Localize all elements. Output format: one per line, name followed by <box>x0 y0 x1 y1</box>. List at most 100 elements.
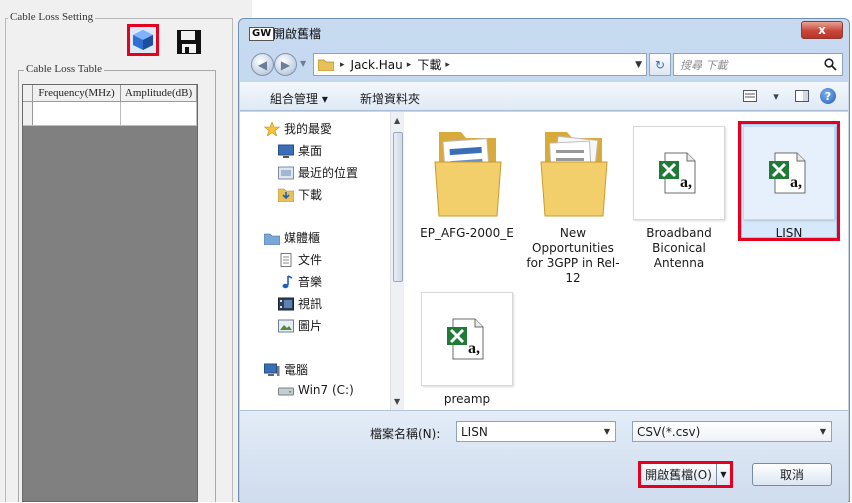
filetype-dropdown-icon[interactable]: ▼ <box>820 427 826 436</box>
open-cube-icon <box>133 30 153 50</box>
nav-music[interactable]: 音樂 <box>278 273 322 290</box>
navigation-bar: ◀ ▶ ▼ ▸ Jack.Hau ▸ 下載 ▸ ▼ ↻ 搜尋 下載 <box>245 51 843 79</box>
gw-app-icon: GW <box>249 27 275 41</box>
view-options-icon[interactable] <box>742 88 758 104</box>
file-item-ep-afg[interactable]: EP_AFG-2000_E <box>417 126 517 241</box>
organize-menu[interactable]: 組合管理 ▾ <box>270 90 328 107</box>
documents-icon <box>278 252 294 267</box>
cable-loss-setting-label: Cable Loss Setting <box>8 11 96 23</box>
nav-desktop[interactable]: 桌面 <box>278 142 322 159</box>
svg-text:a,: a, <box>680 174 692 191</box>
refresh-button[interactable]: ↻ <box>649 53 671 76</box>
computer-icon <box>264 363 280 377</box>
svg-text:a,: a, <box>468 340 480 357</box>
file-item-lisn[interactable]: a, LISN <box>739 126 839 241</box>
open-file-dialog: GW 開啟舊檔 x ◀ ▶ ▼ ▸ Jack.Hau ▸ 下載 ▸ ▼ ↻ 搜尋… <box>238 18 850 503</box>
cable-loss-table-label: Cable Loss Table <box>24 63 105 75</box>
desktop-icon <box>278 144 294 158</box>
filetype-value: CSV(*.csv) <box>637 424 701 439</box>
cable-loss-grid[interactable]: Frequency(MHz) Amplitude(dB) <box>22 84 198 502</box>
dialog-footer: 檔案名稱(N): LISN ▼ CSV(*.csv) ▼ 開啟舊檔(O) ▼ 取… <box>240 410 848 503</box>
breadcrumb-arrow-icon[interactable]: ▸ <box>445 60 450 70</box>
file-name: New Opportunities for 3GPP in Rel-12 <box>526 226 620 285</box>
libraries-icon <box>263 231 281 245</box>
folder-icon <box>540 132 608 217</box>
breadcrumb-downloads[interactable]: 下載 <box>417 56 441 73</box>
folder-icon <box>318 59 334 71</box>
grid-header: Frequency(MHz) Amplitude(dB) <box>23 85 197 102</box>
music-icon <box>278 274 294 289</box>
dialog-title: 開啟舊檔 <box>273 27 322 41</box>
search-placeholder: 搜尋 下載 <box>680 58 728 72</box>
file-item-preamp[interactable]: a, preamp <box>417 292 517 407</box>
recent-places-icon <box>278 166 294 180</box>
search-input[interactable]: 搜尋 下載 <box>673 53 843 76</box>
filename-dropdown-icon[interactable]: ▼ <box>604 427 610 436</box>
open-dropdown-icon[interactable]: ▼ <box>716 464 730 485</box>
open-button[interactable]: 開啟舊檔(O) ▼ <box>638 461 733 488</box>
file-list: EP_AFG-2000_E New Opportunities for 3GPP… <box>405 112 848 410</box>
filetype-select[interactable]: CSV(*.csv) ▼ <box>632 421 832 442</box>
column-header-frequency[interactable]: Frequency(MHz) <box>33 85 121 101</box>
file-name: EP_AFG-2000_E <box>420 226 514 240</box>
breadcrumb-arrow-icon[interactable]: ▸ <box>340 60 345 70</box>
amplitude-cell[interactable] <box>121 102 197 125</box>
back-arrow-icon: ◀ <box>257 57 268 72</box>
cancel-button[interactable]: 取消 <box>752 463 832 486</box>
nav-documents[interactable]: 文件 <box>278 251 322 268</box>
nav-drive-c[interactable]: Win7 (C:) <box>278 383 354 397</box>
file-name: preamp <box>443 392 491 406</box>
nav-libraries[interactable]: 媒體櫃 <box>263 229 320 246</box>
breadcrumb-user[interactable]: Jack.Hau <box>351 58 403 72</box>
command-bar: 組合管理 ▾ 新增資料夾 ▾ ? <box>240 81 848 111</box>
nav-recent-places[interactable]: 最近的位置 <box>278 164 358 181</box>
scroll-up-icon[interactable]: ▲ <box>394 116 400 125</box>
address-bar[interactable]: ▸ Jack.Hau ▸ 下載 ▸ ▼ <box>313 53 647 76</box>
new-folder-button[interactable]: 新增資料夾 <box>360 90 420 107</box>
close-button[interactable]: x <box>801 21 843 39</box>
scroll-down-icon[interactable]: ▼ <box>394 397 400 406</box>
excel-csv-icon: a, <box>659 152 696 194</box>
save-button[interactable] <box>175 28 203 56</box>
dialog-body: 我的最愛 桌面 最近的位置 下載 媒體櫃 文件 音樂 視訊 圖片 電腦 Win7… <box>240 112 848 410</box>
preview-pane-icon[interactable] <box>794 88 810 104</box>
open-button-label: 開啟舊檔(O) <box>645 468 712 482</box>
excel-csv-icon: a, <box>769 152 806 194</box>
file-item-new-opportunities[interactable]: New Opportunities for 3GPP in Rel-12 <box>523 126 623 286</box>
navigation-scrollbar[interactable]: ▲ ▼ <box>390 112 404 410</box>
file-item-broadband-biconical-antenna[interactable]: a, Broadband Biconical Antenna <box>629 126 729 271</box>
forward-button[interactable]: ▶ <box>274 53 297 76</box>
videos-icon <box>278 297 294 311</box>
help-icon[interactable]: ? <box>820 88 836 104</box>
breadcrumb-arrow-icon[interactable]: ▸ <box>407 60 412 70</box>
scroll-thumb[interactable] <box>393 132 403 282</box>
history-dropdown-icon[interactable]: ▼ <box>300 59 306 68</box>
svg-text:a,: a, <box>790 174 802 191</box>
folder-icon <box>434 132 502 217</box>
nav-downloads[interactable]: 下載 <box>277 186 322 203</box>
column-header-amplitude[interactable]: Amplitude(dB) <box>121 85 197 101</box>
star-icon <box>263 120 281 137</box>
nav-computer[interactable]: 電腦 <box>264 361 308 378</box>
navigation-pane: 我的最愛 桌面 最近的位置 下載 媒體櫃 文件 音樂 視訊 圖片 電腦 Win7… <box>240 112 404 410</box>
downloads-icon <box>277 188 295 202</box>
filename-input[interactable]: LISN ▼ <box>456 421 616 442</box>
back-button[interactable]: ◀ <box>251 53 274 76</box>
address-dropdown-icon[interactable]: ▼ <box>635 60 642 70</box>
nav-videos[interactable]: 視訊 <box>278 295 322 312</box>
cable-loss-app: Cable Loss Setting Cable Loss Table Freq… <box>0 0 240 502</box>
view-dropdown-icon[interactable]: ▾ <box>768 88 784 104</box>
dialog-titlebar[interactable]: GW 開啟舊檔 x <box>239 19 849 47</box>
nav-favorites[interactable]: 我的最愛 <box>263 120 332 137</box>
pictures-icon <box>278 319 294 333</box>
frequency-cell[interactable] <box>33 102 121 125</box>
nav-pictures[interactable]: 圖片 <box>278 317 322 334</box>
table-row[interactable] <box>23 102 197 126</box>
filename-label: 檔案名稱(N): <box>370 427 441 441</box>
open-file-button[interactable] <box>127 24 159 56</box>
excel-csv-icon: a, <box>447 318 484 360</box>
refresh-icon: ↻ <box>654 57 666 72</box>
forward-arrow-icon: ▶ <box>280 57 291 72</box>
floppy-disk-icon <box>177 30 201 54</box>
search-icon[interactable] <box>824 58 837 71</box>
